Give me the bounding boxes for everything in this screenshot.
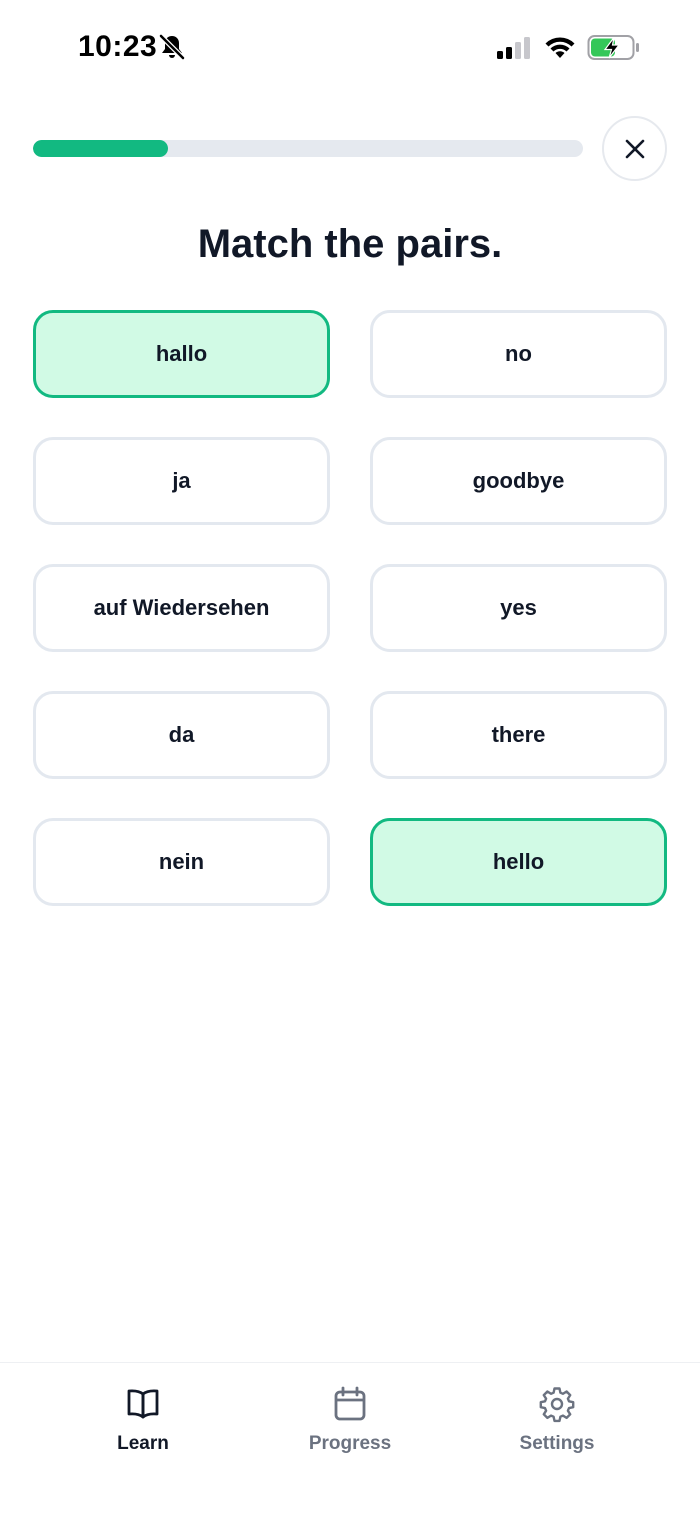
pair-tile-auf-wiedersehen[interactable]: auf Wiedersehen [33,564,330,652]
pair-tile-hello[interactable]: hello [370,818,667,906]
app-screen: 10:23 Match the pairs. hallo no ja goodb… [0,0,700,1515]
lesson-progress-bar [33,140,583,157]
bell-slash-icon [159,34,185,60]
close-button[interactable] [602,116,667,181]
pair-tile-ja[interactable]: ja [33,437,330,525]
signal-icon [497,37,530,59]
nav-item-learn[interactable]: Learn [53,1385,233,1475]
pair-tile-yes[interactable]: yes [370,564,667,652]
pair-tile-no[interactable]: no [370,310,667,398]
status-time: 10:23 [78,30,158,63]
pair-tile-nein[interactable]: nein [33,818,330,906]
battery-charging-icon [587,35,639,60]
pair-tile-goodbye[interactable]: goodbye [370,437,667,525]
nav-label-progress: Progress [308,1433,392,1454]
gear-icon [539,1387,575,1423]
pair-tile-hallo[interactable]: hallo [33,310,330,398]
bottom-nav: Learn Progress Settings [0,1362,700,1515]
calendar-icon [334,1386,366,1421]
nav-label-settings: Settings [519,1433,595,1454]
nav-label-learn: Learn [117,1433,169,1454]
pairs-grid: hallo no ja goodbye auf Wiedersehen yes … [33,310,667,906]
wifi-icon [545,37,575,58]
book-icon [127,1389,159,1419]
status-bar: 10:23 [0,0,700,96]
lesson-progress-fill [33,140,168,157]
close-icon [625,139,644,158]
nav-item-settings[interactable]: Settings [467,1385,647,1475]
page-title: Match the pairs. [197,222,503,266]
pair-tile-there[interactable]: there [370,691,667,779]
pair-tile-da[interactable]: da [33,691,330,779]
nav-item-progress[interactable]: Progress [260,1385,440,1475]
